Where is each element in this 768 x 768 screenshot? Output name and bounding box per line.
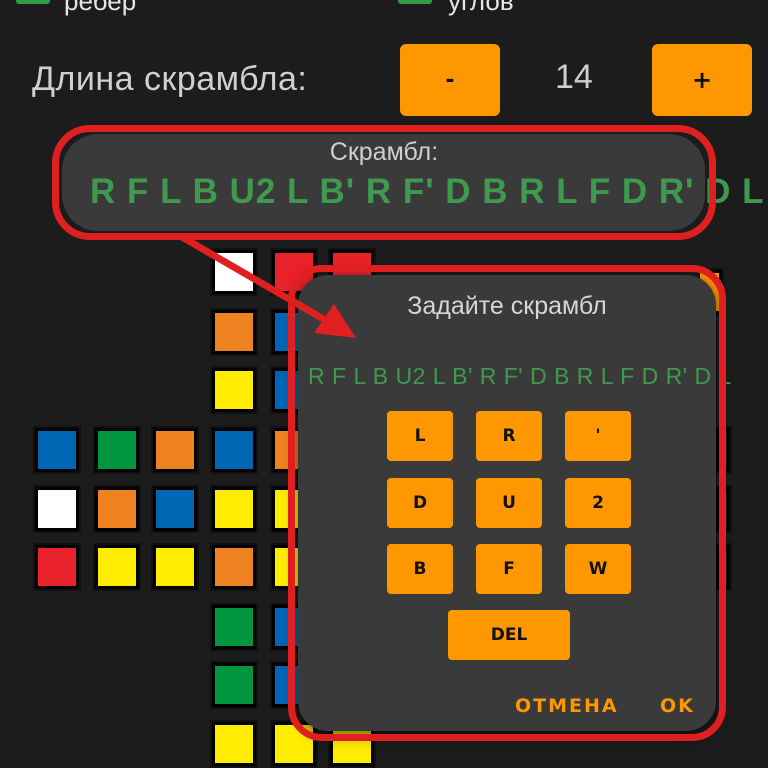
annotation-arrow-shaft [180,233,334,328]
annotation-arrow [180,233,356,338]
